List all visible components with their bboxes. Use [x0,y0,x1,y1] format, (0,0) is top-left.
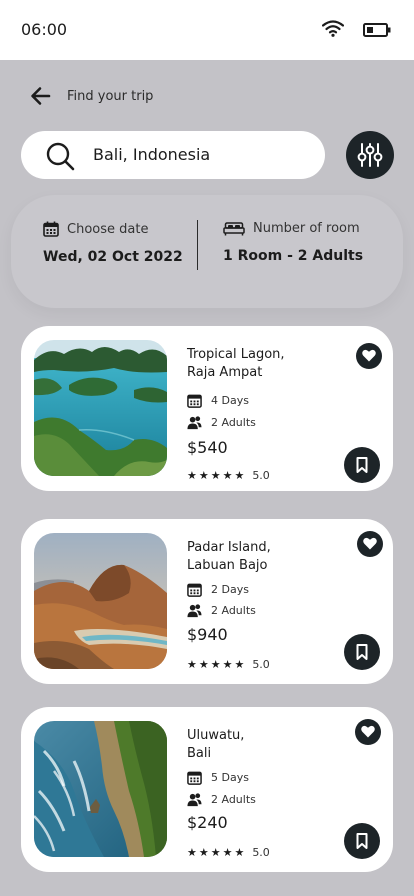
trip-price: $240 [187,813,228,832]
trip-card[interactable]: Uluwatu, Bali 5 Days 2 Adults $240 ★★★★★… [21,707,393,872]
trip-card[interactable]: Tropical Lagon, Raja Ampat 4 Days 2 Adul… [21,326,393,491]
star-icons: ★★★★★ [187,846,247,859]
wifi-icon [321,19,345,41]
bookmark-icon [356,644,368,660]
date-selector[interactable]: Choose date Wed, 02 Oct 2022 [43,221,183,265]
favorite-button[interactable] [357,531,383,557]
trip-duration: 4 Days [187,393,249,408]
calendar-icon [187,394,202,408]
trip-rating: ★★★★★ 5.0 [187,469,270,482]
arrow-left-icon [31,87,51,105]
battery-icon [363,22,391,41]
heart-icon [363,537,377,550]
favorite-button[interactable] [355,719,381,745]
room-value: 1 Room - 2 Adults [223,248,364,264]
booking-summary: Choose date Wed, 02 Oct 2022 Number of r… [11,195,403,308]
back-button[interactable] [29,85,53,107]
date-value: Wed, 02 Oct 2022 [43,249,183,265]
trip-price: $940 [187,625,228,644]
trip-name: Tropical Lagon, Raja Ampat [187,347,285,380]
date-label: Choose date [67,221,149,237]
bookmark-icon [356,833,368,849]
trip-guests: 2 Adults [187,415,256,430]
filter-button[interactable] [346,131,394,179]
sliders-icon [357,143,383,167]
star-icons: ★★★★★ [187,658,247,671]
calendar-icon [187,771,202,785]
trip-rating: ★★★★★ 5.0 [187,846,270,859]
page-title: Find your trip [67,89,154,104]
trip-price: $540 [187,438,228,457]
trip-name: Uluwatu, Bali [187,728,245,761]
search-input[interactable]: Bali, Indonesia [93,145,210,164]
users-icon [187,793,202,807]
bookmark-button[interactable] [344,823,380,859]
bookmark-button[interactable] [344,634,380,670]
bed-icon [223,221,245,235]
calendar-icon [43,221,59,237]
star-icons: ★★★★★ [187,469,247,482]
room-selector[interactable]: Number of room 1 Room - 2 Adults [223,221,363,264]
users-icon [187,416,202,430]
room-label: Number of room [253,221,360,236]
trip-photo-uluwatu [34,721,167,857]
status-time: 06:00 [21,20,68,39]
trip-duration: 5 Days [187,770,249,785]
search-icon [45,141,75,175]
trip-duration: 2 Days [187,582,249,597]
trip-guests: 2 Adults [187,603,256,618]
trip-rating: ★★★★★ 5.0 [187,658,270,671]
trip-photo-padar-island [34,533,167,669]
trip-name: Padar Island, Labuan Bajo [187,540,271,573]
heart-icon [361,725,375,738]
calendar-icon [187,583,202,597]
favorite-button[interactable] [356,343,382,369]
trip-guests: 2 Adults [187,792,256,807]
bookmark-icon [356,457,368,473]
trip-photo-raja-ampat [34,340,167,476]
trip-card[interactable]: Padar Island, Labuan Bajo 2 Days 2 Adult… [21,519,393,684]
status-bar: 06:00 [0,0,414,60]
bookmark-button[interactable] [344,447,380,483]
heart-icon [362,349,376,362]
search-bar[interactable]: Bali, Indonesia [21,131,325,179]
divider [197,220,198,270]
users-icon [187,604,202,618]
